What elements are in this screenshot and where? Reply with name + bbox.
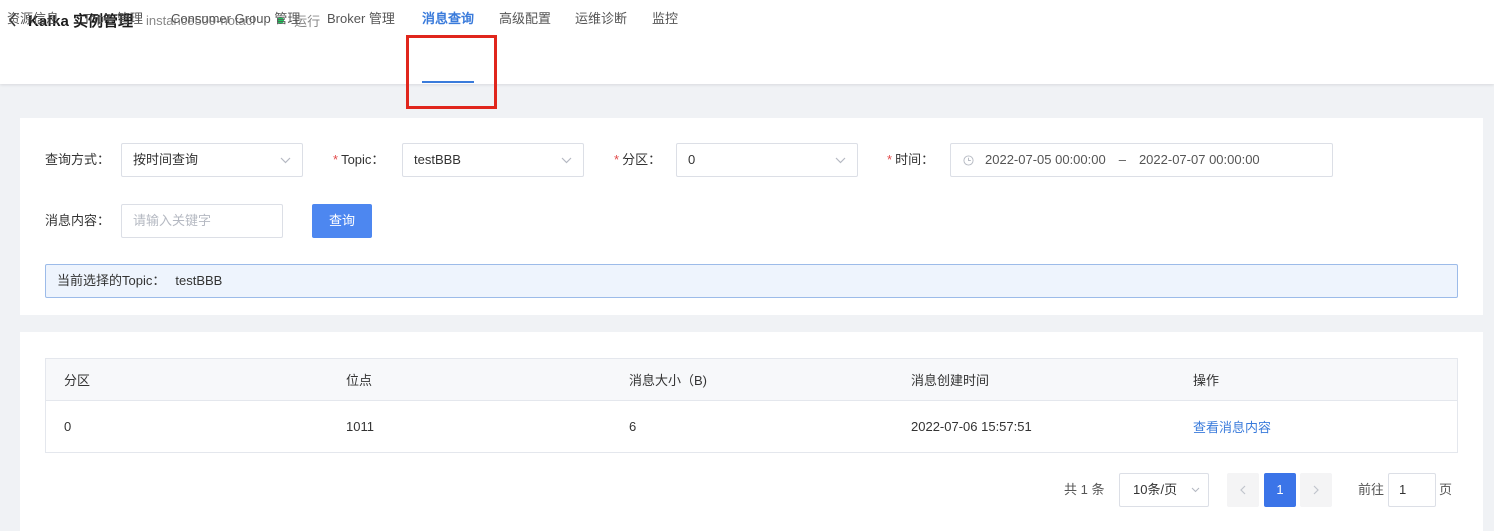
cell-created: 2022-07-06 15:57:51	[911, 419, 1032, 434]
tab-topic-management[interactable]: Topic 管理	[83, 0, 143, 40]
tab-resource-info[interactable]: 资源信息	[7, 0, 59, 40]
selected-topic-value: testBBB	[175, 273, 223, 288]
time-range-picker[interactable]: 2022-07-05 00:00:00 – 2022-07-07 00:00:0…	[950, 143, 1333, 177]
top-header: Kafka 实例管理 instance509-notacl 运行 资源信息 To…	[0, 0, 1494, 84]
page-size-select[interactable]: 10条/页	[1119, 473, 1209, 507]
page-suffix-label: 页	[1439, 482, 1453, 497]
time-label: * 时间：	[887, 152, 935, 167]
next-page-button[interactable]	[1300, 473, 1332, 507]
cell-partition: 0	[64, 419, 72, 434]
partition-value: 0	[688, 152, 696, 167]
prev-page-button[interactable]	[1227, 473, 1259, 507]
topic-value: testBBB	[414, 152, 461, 167]
chevron-down-icon	[1191, 474, 1200, 506]
tab-message-query[interactable]: 消息查询	[422, 0, 474, 40]
column-header-offset: 位点	[346, 373, 373, 388]
active-tab-indicator	[422, 81, 474, 83]
page-size-value: 10条/页	[1133, 482, 1178, 497]
message-table: 分区 位点 消息大小（B) 消息创建时间 操作 0 1011 6 2022-07…	[45, 358, 1458, 453]
chevron-down-icon	[280, 144, 291, 176]
partition-select[interactable]: 0	[676, 143, 858, 177]
topic-select[interactable]: testBBB	[402, 143, 584, 177]
column-header-action: 操作	[1193, 373, 1220, 388]
result-panel: 分区 位点 消息大小（B) 消息创建时间 操作 0 1011 6 2022-07…	[20, 332, 1483, 531]
chevron-down-icon	[561, 144, 572, 176]
column-header-partition: 分区	[64, 373, 91, 388]
tab-ops-diagnosis[interactable]: 运维诊断	[575, 0, 627, 40]
page-number-current[interactable]: 1	[1264, 473, 1296, 507]
tab-consumer-group-management[interactable]: Consumer Group 管理	[171, 0, 300, 40]
goto-label: 前往	[1358, 482, 1385, 497]
chevron-right-icon	[1313, 485, 1319, 495]
message-content-label: 消息内容：	[45, 213, 111, 228]
cell-offset: 1011	[346, 419, 374, 434]
selected-topic-label: 当前选择的Topic：	[57, 273, 166, 288]
partition-label: * 分区：	[614, 152, 662, 167]
clock-icon	[963, 154, 974, 166]
topic-label: * Topic：	[333, 152, 385, 167]
tab-advanced-config[interactable]: 高级配置	[499, 0, 551, 40]
cell-size: 6	[629, 419, 637, 434]
chevron-down-icon	[835, 144, 846, 176]
time-start: 2022-07-05 00:00:00	[985, 152, 1106, 167]
query-method-value: 按时间查询	[133, 152, 199, 167]
goto-page-input[interactable]: 1	[1388, 473, 1436, 507]
tab-broker-management[interactable]: Broker 管理	[327, 0, 395, 40]
pagination-total: 共 1 条	[1064, 482, 1105, 497]
column-header-created: 消息创建时间	[911, 373, 990, 388]
message-content-input[interactable]: 请输入关键字	[121, 204, 283, 238]
query-panel: 查询方式： 按时间查询 * Topic： testBBB * 分区： 0 * 时间： …	[20, 118, 1483, 315]
view-message-content-link[interactable]: 查看消息内容	[1193, 401, 1271, 452]
query-method-select[interactable]: 按时间查询	[121, 143, 303, 177]
query-button[interactable]: 查询	[312, 204, 372, 238]
tab-monitoring[interactable]: 监控	[652, 0, 678, 40]
query-method-label: 查询方式：	[45, 152, 111, 167]
time-end: 2022-07-07 00:00:00	[1138, 152, 1260, 167]
table-row: 0 1011 6 2022-07-06 15:57:51 查看消息内容	[46, 401, 1457, 452]
selected-topic-banner: 当前选择的Topic： testBBB	[45, 264, 1458, 298]
time-separator: –	[1118, 152, 1126, 167]
chevron-left-icon	[1240, 485, 1246, 495]
column-header-size: 消息大小（B)	[629, 373, 708, 388]
table-header: 分区 位点 消息大小（B) 消息创建时间 操作	[46, 359, 1457, 401]
